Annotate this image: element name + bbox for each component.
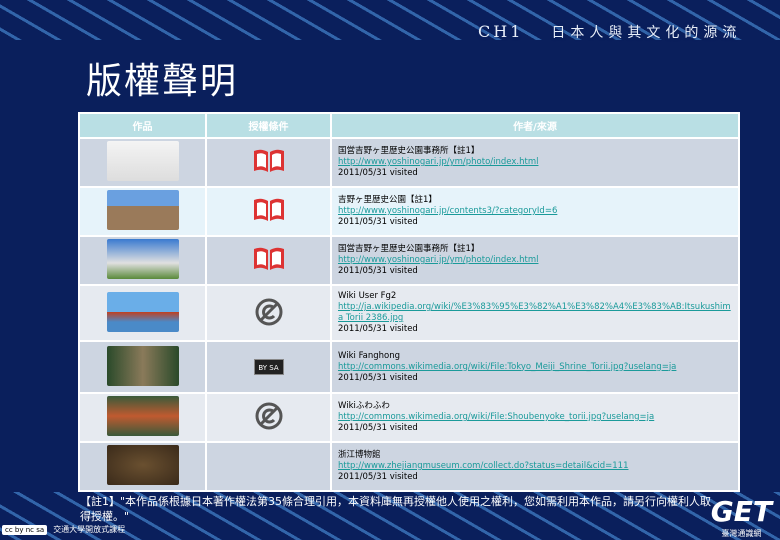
license-cell xyxy=(205,284,332,342)
work-thumbnail-cell xyxy=(78,340,207,394)
work-thumbnail xyxy=(106,190,179,230)
license-cell xyxy=(205,235,332,286)
fair-use-book-icon xyxy=(253,247,284,270)
col-source: 作者/來源 xyxy=(330,112,740,139)
cc-by-sa-icon: BY SA xyxy=(253,359,284,375)
visited-date: 2011/05/31 visited xyxy=(338,472,418,482)
license-cell: BY SA xyxy=(205,340,332,394)
fair-use-book-icon xyxy=(253,149,284,172)
col-work: 作品 xyxy=(78,112,207,139)
work-thumbnail xyxy=(106,141,179,181)
work-thumbnail xyxy=(106,396,179,436)
author: Wiki Fanghong xyxy=(338,350,401,361)
visited-date: 2011/05/31 visited xyxy=(338,372,418,383)
license-cell xyxy=(205,441,332,492)
author: 国営吉野ヶ里歴史公園事務所【註1】 xyxy=(338,146,480,156)
work-thumbnail-cell xyxy=(78,284,207,342)
col-license: 授權條件 xyxy=(205,112,332,139)
work-thumbnail xyxy=(106,345,179,386)
work-thumbnail xyxy=(106,239,179,279)
source-link[interactable]: http://ja.wikipedia.org/wiki/%E3%83%95%E… xyxy=(338,302,731,323)
fair-use-book-icon xyxy=(253,198,284,221)
author: 浙江博物館 xyxy=(338,450,381,460)
work-thumbnail-cell xyxy=(78,137,207,188)
source-cell: 吉野ヶ里歴史公園【註1】 http://www.yoshinogari.jp/co… xyxy=(330,186,740,237)
source-link[interactable]: http://www.yoshinogari.jp/ym/photo/index… xyxy=(338,255,538,265)
source-link[interactable]: http://www.yoshinogari.jp/ym/photo/index… xyxy=(338,157,538,167)
table-row: 浙江博物館 http://www.zhejiangmuseum.com/colle… xyxy=(78,441,740,492)
chapter-number: CH1 xyxy=(478,22,524,41)
table-row: Wikiふわふわ http://commons.wikimedia.org/wik… xyxy=(78,392,740,443)
license-cell xyxy=(205,186,332,237)
source-cell: Wiki Fanghong http://commons.wikimedia.or… xyxy=(330,340,740,394)
visited-date: 2011/05/31 visited xyxy=(338,168,418,178)
source-cell: 国営吉野ヶ里歴史公園事務所【註1】 http://www.yoshinogari.… xyxy=(330,235,740,286)
get-logo: GET 臺灣通識網 xyxy=(710,495,772,538)
no-copyright-icon xyxy=(255,402,282,430)
chapter-title: 日本人與其文化的源流 xyxy=(551,25,742,41)
work-thumbnail-cell xyxy=(78,235,207,286)
table-row: 吉野ヶ里歴史公園【註1】 http://www.yoshinogari.jp/co… xyxy=(78,186,740,237)
work-thumbnail-cell xyxy=(78,186,207,237)
table-row: 国営吉野ヶ里歴史公園事務所【註1】 http://www.yoshinogari.… xyxy=(78,137,740,188)
visited-date: 2011/05/31 visited xyxy=(338,423,418,433)
visited-date: 2011/05/31 visited xyxy=(338,324,418,334)
visited-date: 2011/05/31 visited xyxy=(338,217,418,227)
author: Wiki User Fg2 xyxy=(338,291,397,301)
copyright-table: 作品 授權條件 作者/來源 国営吉野ヶ里歴史公園事務所【註1】 http://ww… xyxy=(78,112,740,492)
work-thumbnail xyxy=(106,445,179,485)
source-cell: Wiki User Fg2 http://ja.wikipedia.org/wik… xyxy=(330,284,740,342)
source-cell: 国営吉野ヶ里歴史公園事務所【註1】 http://www.yoshinogari.… xyxy=(330,137,740,188)
table-row: Wiki User Fg2 http://ja.wikipedia.org/wik… xyxy=(78,284,740,342)
source-cell: 浙江博物館 http://www.zhejiangmuseum.com/colle… xyxy=(330,441,740,492)
work-thumbnail-cell xyxy=(78,441,207,492)
author: 吉野ヶ里歴史公園【註1】 xyxy=(338,195,437,205)
source-link[interactable]: http://commons.wikimedia.org/wiki/File:S… xyxy=(338,412,654,422)
table-row: 国営吉野ヶ里歴史公園事務所【註1】 http://www.yoshinogari.… xyxy=(78,235,740,286)
author: Wikiふわふわ xyxy=(338,401,390,411)
source-link[interactable]: http://www.zhejiangmuseum.com/collect.do… xyxy=(338,461,629,471)
author: 国営吉野ヶ里歴史公園事務所【註1】 xyxy=(338,244,480,254)
cc-license-badge[interactable]: cc by nc sa xyxy=(2,524,48,535)
page-title: 版權聲明 xyxy=(86,61,239,102)
source-link[interactable]: http://commons.wikimedia.org/wiki/File:T… xyxy=(338,362,676,372)
source-cell: Wikiふわふわ http://commons.wikimedia.org/wik… xyxy=(330,392,740,443)
no-copyright-icon xyxy=(255,298,282,325)
table-row: BY SA Wiki Fanghong http://commons.wikime… xyxy=(78,340,740,394)
work-thumbnail xyxy=(106,291,179,332)
license-cell xyxy=(205,392,332,443)
chapter-header: CH1 日本人與其文化的源流 xyxy=(478,22,741,42)
work-thumbnail-cell xyxy=(78,392,207,443)
source-link[interactable]: http://www.yoshinogari.jp/contents3/?cat… xyxy=(338,206,557,216)
footnote: 【註1】"本作品係根據日本著作權法第35條合理引用，本資料庫無再授權他人使用之權… xyxy=(80,495,712,523)
footer-credit: cc by nc sa 交通大學開放式課程 xyxy=(2,524,125,535)
visited-date: 2011/05/31 visited xyxy=(338,266,418,276)
license-cell xyxy=(205,137,332,188)
org-name: 交通大學開放式課程 xyxy=(53,525,126,534)
